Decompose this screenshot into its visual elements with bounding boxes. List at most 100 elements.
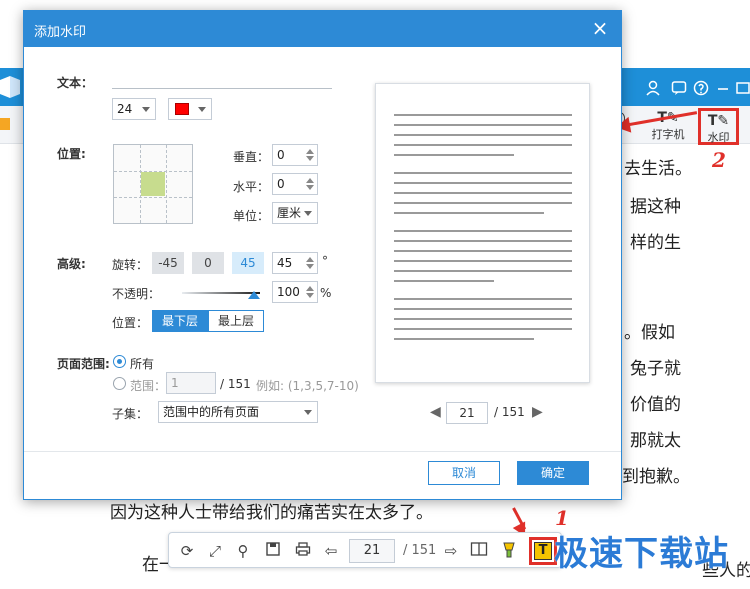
preview-next-icon[interactable]: ▶ bbox=[532, 404, 543, 420]
range-example: 例如: (1,3,5,7-10) bbox=[256, 379, 359, 393]
watermark-tool-button[interactable]: T✎ 水印 bbox=[698, 108, 739, 145]
subset-select[interactable]: 范围中的所有页面 bbox=[158, 401, 318, 423]
chevron-down-icon bbox=[198, 107, 206, 112]
user-icon[interactable] bbox=[644, 80, 662, 98]
prev-page-icon[interactable]: ⇦ bbox=[321, 541, 341, 561]
preview-text-line bbox=[394, 114, 572, 116]
preview-text-line bbox=[394, 338, 534, 340]
doc-line: 因为这种人士带给我们的痛苦实在太多了。 bbox=[110, 503, 433, 523]
doc-line: 样的生 bbox=[630, 233, 681, 253]
range-total: / 151 bbox=[220, 377, 251, 391]
typewriter-label: 打字机 bbox=[651, 128, 685, 141]
cancel-button[interactable]: 取消 bbox=[428, 461, 500, 485]
doc-line: 那就太 bbox=[630, 431, 681, 451]
bottom-toolbar: ⟳ ⤢ ⚲ ⇦ 21 / 151 ⇨ T bbox=[168, 532, 562, 568]
rotate-stepper[interactable]: 45 bbox=[272, 252, 318, 274]
page-total: / 151 bbox=[403, 543, 437, 558]
preview-text-line bbox=[394, 202, 572, 204]
print-icon[interactable] bbox=[293, 541, 313, 561]
font-size-select[interactable]: 24 bbox=[112, 98, 156, 120]
range-radio[interactable] bbox=[113, 377, 126, 390]
preview-text-line bbox=[394, 298, 572, 300]
minimize-icon[interactable] bbox=[714, 80, 732, 98]
range-label: 范围： bbox=[130, 379, 167, 393]
text-t-icon: T bbox=[534, 542, 552, 560]
preview-prev-icon[interactable]: ◀ bbox=[430, 404, 441, 420]
rotate-icon[interactable]: ⟳ bbox=[177, 541, 197, 561]
stepper-down-icon[interactable] bbox=[306, 293, 314, 298]
text-label: 文本： bbox=[57, 76, 94, 90]
page-range-label: 页面范围: bbox=[57, 357, 110, 371]
watermark-text-input[interactable] bbox=[112, 88, 332, 89]
watermark-text-button[interactable]: T bbox=[529, 537, 557, 565]
save-icon[interactable] bbox=[263, 541, 283, 561]
annotation-label-2: 2 bbox=[712, 148, 726, 172]
layer-top-button[interactable]: 最上层 bbox=[208, 310, 264, 332]
next-page-icon[interactable]: ⇨ bbox=[441, 541, 461, 561]
subset-value: 范围中的所有页面 bbox=[163, 405, 260, 419]
layer-label: 位置： bbox=[112, 316, 149, 330]
position-grid[interactable] bbox=[113, 144, 193, 224]
preview-page-total: / 151 bbox=[494, 405, 525, 419]
stepper-up-icon[interactable] bbox=[306, 257, 314, 262]
app-logo-icon bbox=[0, 74, 20, 100]
preview-text-line bbox=[394, 230, 572, 232]
zoom-search-icon[interactable]: ⚲ bbox=[233, 541, 253, 561]
preview-text-line bbox=[394, 124, 572, 126]
opacity-stepper[interactable]: 100 bbox=[272, 281, 318, 303]
preview-text-line bbox=[394, 260, 572, 262]
rotate-minus45-button[interactable]: -45 bbox=[152, 252, 184, 274]
chevron-down-icon bbox=[304, 410, 312, 415]
message-icon[interactable] bbox=[670, 80, 688, 98]
stepper-up-icon[interactable] bbox=[306, 286, 314, 291]
preview-text-line bbox=[394, 270, 572, 272]
brand-watermark: 极速下载站 bbox=[554, 534, 729, 574]
dialog-titlebar: 添加水印 × bbox=[24, 11, 621, 47]
page-number-input[interactable]: 21 bbox=[349, 539, 395, 563]
preview-text-line bbox=[394, 182, 572, 184]
color-select[interactable] bbox=[168, 98, 212, 120]
grid-line bbox=[114, 197, 192, 198]
doc-line: 价值的 bbox=[630, 395, 681, 415]
vertical-stepper[interactable]: 0 bbox=[272, 144, 318, 166]
highlight-icon[interactable] bbox=[499, 541, 519, 561]
two-page-icon[interactable] bbox=[469, 541, 489, 561]
toolbar-badge bbox=[0, 118, 10, 130]
preview-page-input[interactable]: 21 bbox=[446, 402, 488, 424]
window-icon[interactable] bbox=[734, 80, 750, 98]
advanced-label: 高级: bbox=[57, 257, 86, 271]
opacity-slider-handle[interactable] bbox=[248, 291, 260, 299]
preview-text-line bbox=[394, 192, 572, 194]
preview-text-line bbox=[394, 172, 572, 174]
horizontal-value: 0 bbox=[277, 177, 285, 191]
doc-line: 兔子就 bbox=[630, 359, 681, 379]
rotate-45-button[interactable]: 45 bbox=[232, 252, 264, 274]
doc-line: 。假如 bbox=[624, 323, 675, 343]
percent-symbol: % bbox=[320, 286, 332, 300]
watermark-icon: T✎ bbox=[707, 113, 730, 129]
preview-text-line bbox=[394, 280, 494, 282]
range-input[interactable]: 1 bbox=[166, 372, 216, 394]
fit-page-icon[interactable]: ⤢ bbox=[205, 541, 225, 561]
stepper-up-icon[interactable] bbox=[306, 178, 314, 183]
position-grid-selected-cell[interactable] bbox=[141, 172, 165, 196]
ok-button[interactable]: 确定 bbox=[517, 461, 589, 485]
preview-text-line bbox=[394, 250, 572, 252]
all-pages-radio[interactable] bbox=[113, 355, 126, 368]
stepper-down-icon[interactable] bbox=[306, 156, 314, 161]
degree-symbol: ° bbox=[322, 254, 328, 268]
preview-text-line bbox=[394, 212, 544, 214]
rotate-0-button[interactable]: 0 bbox=[192, 252, 224, 274]
unit-value: 厘米 bbox=[277, 206, 302, 220]
close-icon[interactable]: × bbox=[589, 17, 611, 39]
help-icon[interactable] bbox=[692, 80, 710, 98]
position-label: 位置: bbox=[57, 147, 86, 161]
horizontal-stepper[interactable]: 0 bbox=[272, 173, 318, 195]
stepper-up-icon[interactable] bbox=[306, 149, 314, 154]
page-preview bbox=[375, 83, 590, 383]
stepper-down-icon[interactable] bbox=[306, 264, 314, 269]
stepper-down-icon[interactable] bbox=[306, 185, 314, 190]
unit-select[interactable]: 厘米 bbox=[272, 202, 318, 224]
layer-bottom-button[interactable]: 最下层 bbox=[152, 310, 208, 332]
preview-text-line bbox=[394, 318, 572, 320]
